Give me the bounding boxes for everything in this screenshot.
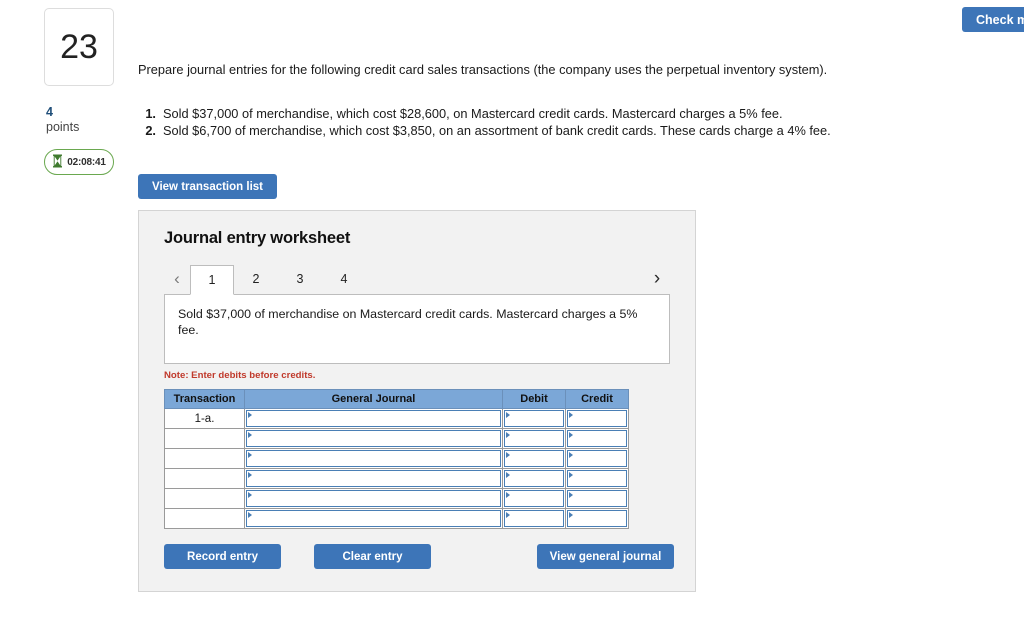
general-journal-cell[interactable] xyxy=(244,508,503,529)
column-header-transaction: Transaction xyxy=(164,389,245,409)
question-number: 23 xyxy=(60,28,98,66)
clear-entry-button[interactable]: Clear entry xyxy=(314,544,431,569)
debit-input[interactable] xyxy=(504,450,564,467)
general-journal-cell[interactable] xyxy=(244,428,503,449)
record-entry-button[interactable]: Record entry xyxy=(164,544,281,569)
general-journal-cell[interactable] xyxy=(244,408,503,429)
credit-input[interactable] xyxy=(567,490,627,507)
general-journal-input[interactable] xyxy=(246,430,501,447)
debit-cell[interactable] xyxy=(502,508,566,529)
general-journal-input[interactable] xyxy=(246,510,501,527)
points-value: 4 xyxy=(46,105,53,119)
requirement-number: 1. xyxy=(145,106,156,121)
chevron-left-icon[interactable]: ‹ xyxy=(164,264,190,294)
column-header-debit: Debit xyxy=(502,389,566,409)
view-general-journal-button[interactable]: View general journal xyxy=(537,544,674,569)
credit-cell[interactable] xyxy=(565,448,629,469)
credit-cell[interactable] xyxy=(565,408,629,429)
debit-input[interactable] xyxy=(504,470,564,487)
column-header-general-journal: General Journal xyxy=(244,389,503,409)
transaction-label xyxy=(164,428,245,449)
points-block: 4 points xyxy=(44,105,116,135)
worksheet-action-row: Record entry Clear entry View general jo… xyxy=(164,544,674,569)
chevron-right-icon[interactable]: › xyxy=(644,264,670,294)
credit-input[interactable] xyxy=(567,470,627,487)
tab-1[interactable]: 1 xyxy=(190,265,234,295)
points-label: points xyxy=(46,120,80,134)
debit-input[interactable] xyxy=(504,410,564,427)
credit-cell[interactable] xyxy=(565,468,629,489)
debits-before-credits-note: Note: Enter debits before credits. xyxy=(164,370,316,381)
general-journal-input[interactable] xyxy=(246,410,501,427)
journal-entry-worksheet-panel: Journal entry worksheet ‹ 1 2 3 4 › Sold… xyxy=(138,210,696,592)
debit-cell[interactable] xyxy=(502,408,566,429)
requirement-number: 2. xyxy=(145,123,156,138)
transaction-description: Sold $37,000 of merchandise on Mastercar… xyxy=(164,294,670,364)
tab-4[interactable]: 4 xyxy=(322,264,366,294)
requirements-list: 1. Sold $37,000 of merchandise, which co… xyxy=(138,105,1018,139)
worksheet-tab-strip: ‹ 1 2 3 4 › xyxy=(164,264,670,295)
table-row xyxy=(164,448,629,469)
table-row xyxy=(164,428,629,449)
table-row xyxy=(164,508,629,529)
credit-input[interactable] xyxy=(567,510,627,527)
debit-input[interactable] xyxy=(504,430,564,447)
general-journal-cell[interactable] xyxy=(244,448,503,469)
debit-input[interactable] xyxy=(504,510,564,527)
general-journal-cell[interactable] xyxy=(244,488,503,509)
worksheet-title: Journal entry worksheet xyxy=(164,229,351,247)
general-journal-input[interactable] xyxy=(246,450,501,467)
timer-badge: 02:08:41 xyxy=(44,149,114,175)
debit-cell[interactable] xyxy=(502,488,566,509)
journal-entry-table: Transaction General Journal Debit Credit… xyxy=(164,389,629,529)
general-journal-input[interactable] xyxy=(246,490,501,507)
question-content: Prepare journal entries for the followin… xyxy=(138,0,1018,592)
debit-cell[interactable] xyxy=(502,448,566,469)
requirement-text: Sold $37,000 of merchandise, which cost … xyxy=(163,106,783,121)
credit-cell[interactable] xyxy=(565,508,629,529)
question-number-box: 23 xyxy=(44,8,114,86)
tab-2[interactable]: 2 xyxy=(234,264,278,294)
general-journal-cell[interactable] xyxy=(244,468,503,489)
view-transaction-list-button[interactable]: View transaction list xyxy=(138,174,277,199)
requirement-item: 2. Sold $6,700 of merchandise, which cos… xyxy=(138,122,1018,139)
general-journal-input[interactable] xyxy=(246,470,501,487)
table-row xyxy=(164,468,629,489)
timer-value: 02:08:41 xyxy=(67,156,106,168)
requirement-text: Sold $6,700 of merchandise, which cost $… xyxy=(163,123,831,138)
hourglass-icon xyxy=(52,154,63,170)
credit-input[interactable] xyxy=(567,430,627,447)
transaction-label: 1-a. xyxy=(164,408,245,429)
table-row: 1-a. xyxy=(164,408,629,429)
table-header-row: Transaction General Journal Debit Credit xyxy=(164,389,629,409)
column-header-credit: Credit xyxy=(565,389,629,409)
tab-3[interactable]: 3 xyxy=(278,264,322,294)
question-gutter: 23 4 points 02:08:41 xyxy=(44,8,116,175)
transaction-label xyxy=(164,468,245,489)
debit-cell[interactable] xyxy=(502,468,566,489)
debit-cell[interactable] xyxy=(502,428,566,449)
requirement-item: 1. Sold $37,000 of merchandise, which co… xyxy=(138,105,1018,122)
transaction-label xyxy=(164,488,245,509)
table-row xyxy=(164,488,629,509)
debit-input[interactable] xyxy=(504,490,564,507)
credit-cell[interactable] xyxy=(565,428,629,449)
credit-cell[interactable] xyxy=(565,488,629,509)
transaction-label xyxy=(164,508,245,529)
transaction-label xyxy=(164,448,245,469)
question-prompt: Prepare journal entries for the followin… xyxy=(138,62,828,77)
credit-input[interactable] xyxy=(567,410,627,427)
credit-input[interactable] xyxy=(567,450,627,467)
